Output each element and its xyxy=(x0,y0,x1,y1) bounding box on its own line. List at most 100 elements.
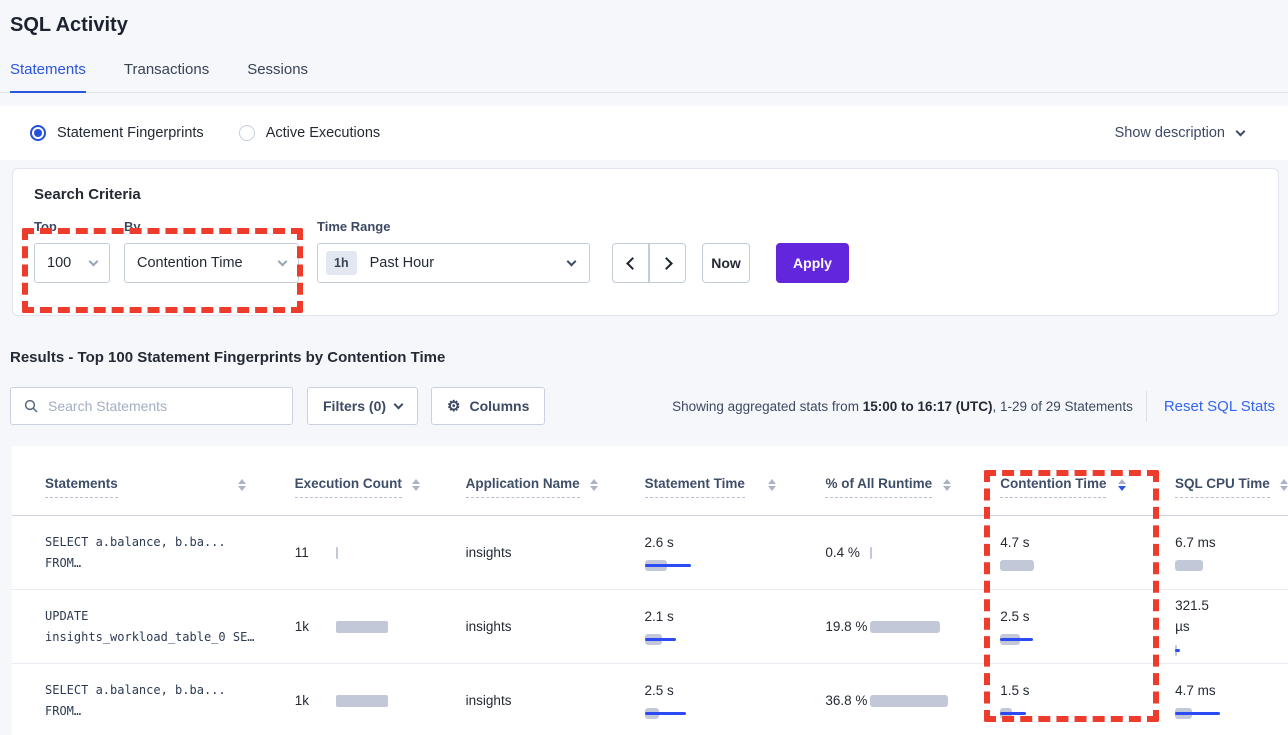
search-criteria-panel: Search Criteria Top 100 By Contention Ti… xyxy=(12,168,1279,316)
percent-runtime-cell: 36.8 % xyxy=(792,690,967,712)
top-select[interactable]: 100 xyxy=(34,243,110,283)
table-body: SELECT a.balance, b.ba... FROM…11insight… xyxy=(12,516,1288,735)
statement-fingerprint-link[interactable]: SELECT a.balance, b.ba... FROM… xyxy=(45,680,262,722)
statement-time-cell: 2.6 s xyxy=(612,533,793,573)
execution-count-cell: 1k xyxy=(262,619,433,634)
column-label: SQL CPU Time xyxy=(1175,476,1270,498)
bar-chart xyxy=(1000,708,1142,720)
time-range-picker[interactable]: 1h Past Hour xyxy=(317,243,590,283)
execution-count-cell: 1k xyxy=(262,693,433,708)
tab-bar: Statements Transactions Sessions xyxy=(0,61,1288,93)
bar-chart xyxy=(1175,560,1288,572)
table-header-row: Statements Execution Count Application Nam… xyxy=(12,446,1288,516)
column-label: % of All Runtime xyxy=(825,476,932,498)
column-label: Statement Time xyxy=(645,476,745,498)
sort-icon[interactable] xyxy=(228,476,246,491)
page-title: SQL Activity xyxy=(0,0,1288,37)
bar-chart xyxy=(1000,634,1142,646)
tab-sessions[interactable]: Sessions xyxy=(247,61,308,92)
reset-sql-stats-link[interactable]: Reset SQL Stats xyxy=(1146,391,1277,422)
columns-button[interactable]: ⚙ Columns xyxy=(431,387,545,425)
radio-unselected-icon[interactable] xyxy=(239,125,255,141)
time-range-badge: 1h xyxy=(326,251,357,275)
sql-cpu-time-cell: 321.5 µs xyxy=(1142,596,1288,657)
now-button[interactable]: Now xyxy=(702,243,750,283)
table-row: SELECT a.balance, b.ba... FROM…11insight… xyxy=(12,516,1288,590)
bar-chart xyxy=(336,621,388,633)
column-label: Application Name xyxy=(466,476,580,498)
chevron-left-icon xyxy=(626,257,639,270)
column-header-execution-count[interactable]: Execution Count xyxy=(262,446,433,515)
statement-fingerprint-link[interactable]: SELECT a.balance, b.ba... FROM… xyxy=(45,532,262,574)
sort-icon[interactable] xyxy=(933,476,951,491)
bar-chart xyxy=(645,708,793,720)
sort-icon[interactable] xyxy=(580,476,598,491)
bar-chart xyxy=(870,547,872,559)
next-time-button[interactable] xyxy=(649,243,686,283)
statement-time-cell: 2.5 s xyxy=(612,681,793,721)
search-statements-input[interactable] xyxy=(48,398,282,414)
application-name-cell: insights xyxy=(433,618,612,636)
search-statements-box[interactable] xyxy=(10,387,293,425)
statement-time-cell: 2.1 s xyxy=(612,607,793,647)
chevron-down-icon xyxy=(278,257,288,267)
bar-chart xyxy=(870,621,940,633)
column-label: Execution Count xyxy=(295,476,402,498)
execution-count-cell: 11 xyxy=(262,545,433,560)
radio-selected-icon[interactable] xyxy=(30,125,46,141)
time-nav-group xyxy=(612,243,686,283)
statement-cell: SELECT a.balance, b.ba... FROM… xyxy=(12,680,262,722)
top-label: Top xyxy=(34,219,110,234)
column-header-statements[interactable]: Statements xyxy=(12,446,262,515)
results-toolbar: Filters (0) ⚙ Columns Showing aggregated… xyxy=(10,387,1277,425)
chevron-right-icon xyxy=(660,257,673,270)
column-header-sql-cpu-time[interactable]: SQL CPU Time xyxy=(1142,446,1288,515)
statement-cell: SELECT a.balance, b.ba... FROM… xyxy=(12,532,262,574)
column-header-contention-time[interactable]: Contention Time xyxy=(967,446,1142,515)
bar-chart xyxy=(336,547,338,559)
chevron-down-icon xyxy=(394,400,404,410)
column-header-statement-time[interactable]: Statement Time xyxy=(612,446,793,515)
table-row: SELECT a.balance, b.ba... FROM…1kinsight… xyxy=(12,664,1288,735)
bar-chart xyxy=(1175,708,1288,720)
sort-icon[interactable] xyxy=(1270,476,1288,491)
sort-icon[interactable] xyxy=(758,476,776,491)
sort-icon[interactable] xyxy=(402,476,420,491)
column-header-application-name[interactable]: Application Name xyxy=(433,446,612,515)
search-icon xyxy=(24,399,38,413)
column-label: Contention Time xyxy=(1000,476,1106,498)
bar-chart xyxy=(645,560,793,572)
application-name-cell: insights xyxy=(433,544,612,562)
show-description-toggle[interactable]: Show description xyxy=(1115,125,1258,141)
percent-runtime-cell: 19.8 % xyxy=(792,616,967,638)
sql-activity-page: SQL Activity Statements Transactions Ses… xyxy=(0,0,1288,735)
radio-statement-fingerprints[interactable]: Statement Fingerprints xyxy=(30,125,204,141)
sql-cpu-time-cell: 4.7 ms xyxy=(1142,681,1288,721)
column-header-of-all-runtime[interactable]: % of All Runtime xyxy=(792,446,967,515)
by-label: By xyxy=(124,219,299,234)
bar-chart xyxy=(1175,645,1288,657)
previous-time-button[interactable] xyxy=(612,243,649,283)
results-heading: Results - Top 100 Statement Fingerprints… xyxy=(10,349,1288,366)
contention-time-cell: 2.5 s xyxy=(967,607,1142,647)
sort-icon[interactable] xyxy=(1108,476,1126,491)
application-name-cell: insights xyxy=(433,692,612,710)
filters-button[interactable]: Filters (0) xyxy=(307,387,418,425)
chevron-down-icon xyxy=(89,257,99,267)
tab-statements[interactable]: Statements xyxy=(10,61,86,93)
apply-button[interactable]: Apply xyxy=(776,243,849,283)
statement-cell: UPDATE insights_workload_table_0 SE… xyxy=(12,606,262,648)
aggregated-stats-text: Showing aggregated stats from 15:00 to 1… xyxy=(672,399,1133,414)
percent-runtime-cell: 0.4 % xyxy=(792,542,967,564)
bar-chart xyxy=(336,695,388,707)
by-select[interactable]: Contention Time xyxy=(124,243,299,283)
statement-fingerprint-link[interactable]: UPDATE insights_workload_table_0 SE… xyxy=(45,606,262,648)
radio-active-executions[interactable]: Active Executions xyxy=(239,125,380,141)
time-range-label: Time Range xyxy=(317,219,590,234)
contention-time-cell: 4.7 s xyxy=(967,533,1142,573)
sql-cpu-time-cell: 6.7 ms xyxy=(1142,533,1288,573)
tab-transactions[interactable]: Transactions xyxy=(124,61,209,92)
chevron-down-icon xyxy=(1236,127,1246,137)
contention-time-cell: 1.5 s xyxy=(967,681,1142,721)
statements-table: Statements Execution Count Application Nam… xyxy=(12,446,1288,735)
